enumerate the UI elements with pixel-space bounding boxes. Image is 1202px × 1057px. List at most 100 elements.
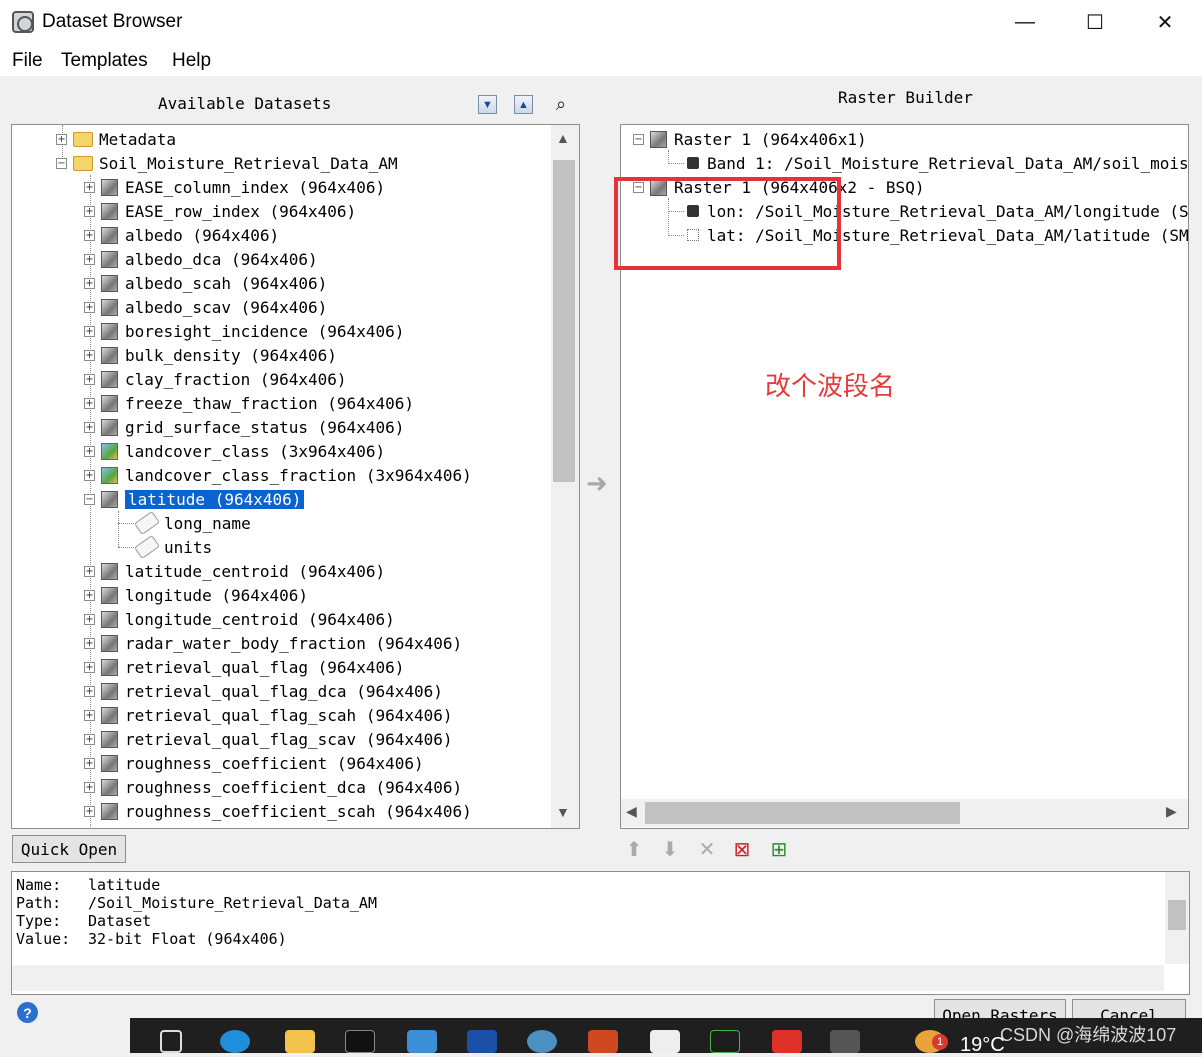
- dataset-browser-taskbar-icon[interactable]: [830, 1030, 860, 1053]
- tree-item[interactable]: + retrieval_qual_flag_dca (964x406): [84, 679, 443, 703]
- folder-icon: [73, 155, 93, 171]
- minimize-button[interactable]: —: [990, 0, 1060, 44]
- tree-folder-soil-moisture[interactable]: − Soil_Moisture_Retrieval_Data_AM: [56, 151, 398, 175]
- globe-icon[interactable]: [527, 1030, 557, 1053]
- tree-item-label: roughness_coefficient (964x406): [125, 753, 424, 773]
- tree-item[interactable]: + landcover_class (3x964x406): [84, 439, 385, 463]
- delete-all-icon[interactable]: ⊠: [730, 837, 754, 861]
- tree-item[interactable]: + retrieval_qual_flag_scav (964x406): [84, 727, 453, 751]
- window-title: Dataset Browser: [42, 11, 183, 32]
- maximize-button[interactable]: ☐: [1060, 0, 1130, 44]
- pycharm-icon[interactable]: [710, 1030, 740, 1053]
- tree-item-label: freeze_thaw_fraction (964x406): [125, 393, 414, 413]
- notification-badge: 1: [932, 1034, 948, 1050]
- tree-item-label: latitude (964x406): [125, 489, 305, 509]
- tree-item[interactable]: + albedo (964x406): [84, 223, 279, 247]
- scroll-right-icon[interactable]: ▶: [1166, 803, 1177, 820]
- tree-item[interactable]: + retrieval_qual_flag (964x406): [84, 655, 404, 679]
- tree-item-label: latitude_centroid (964x406): [125, 561, 386, 581]
- tree-item-label: albedo_scah (964x406): [125, 273, 328, 293]
- task-view-icon[interactable]: [160, 1030, 182, 1053]
- tree-item-label: Soil_Moisture_Retrieval_Data_AM: [99, 153, 398, 173]
- app-icon-blue[interactable]: [407, 1030, 437, 1053]
- tree-item[interactable]: + retrieval_qual_flag_scah (964x406): [84, 703, 453, 727]
- tree-item-label: albedo (964x406): [125, 225, 280, 245]
- move-up-icon[interactable]: ⬆: [622, 837, 646, 861]
- dataset-icon: [101, 250, 118, 268]
- left-scroll-thumb[interactable]: [553, 160, 575, 482]
- right-scroll-thumb[interactable]: [645, 802, 960, 824]
- tree-item-selected[interactable]: − latitude (964x406): [84, 487, 305, 511]
- scroll-down-icon[interactable]: ▼: [556, 804, 570, 820]
- tree-item[interactable]: + boresight_incidence (964x406): [84, 319, 404, 343]
- sprout-app-icon[interactable]: [650, 1030, 680, 1053]
- tree-item[interactable]: + bulk_density (964x406): [84, 343, 337, 367]
- tree-item[interactable]: + EASE_column_index (964x406): [84, 175, 385, 199]
- tree-item-label: radar_water_body_fraction (964x406): [125, 633, 463, 653]
- tree-item-label: EASE_column_index (964x406): [125, 177, 386, 197]
- chevron-up-icon: ▲: [518, 98, 529, 111]
- file-explorer-icon[interactable]: [285, 1030, 315, 1053]
- tree-item[interactable]: + latitude_centroid (964x406): [84, 559, 385, 583]
- edge-icon[interactable]: [220, 1030, 250, 1053]
- menu-help[interactable]: Help: [172, 50, 211, 72]
- app-icon-navy[interactable]: [467, 1030, 497, 1053]
- youdao-icon[interactable]: [772, 1030, 802, 1053]
- tree-item[interactable]: + albedo_dca (964x406): [84, 247, 318, 271]
- available-datasets-tree[interactable]: + Metadata − Soil_Moisture_Retrieval_Dat…: [11, 124, 580, 829]
- raster-builder-title: Raster Builder: [838, 88, 973, 107]
- info-horizontal-scrollbar[interactable]: [12, 965, 1164, 991]
- band-icon: [687, 157, 699, 169]
- tree-attribute[interactable]: units: [133, 534, 212, 560]
- annotation-text: 改个波段名: [765, 372, 896, 402]
- tree-item[interactable]: + longitude (964x406): [84, 583, 308, 607]
- binoculars-icon[interactable]: ⌕: [548, 92, 574, 116]
- tree-item-label: albedo_dca (964x406): [125, 249, 318, 269]
- tree-item-label: roughness_coefficient_scah (964x406): [125, 801, 472, 821]
- tree-item[interactable]: + longitude_centroid (964x406): [84, 607, 395, 631]
- app-icon: [12, 11, 34, 33]
- tree-item-label: bulk_density (964x406): [125, 345, 337, 365]
- tree-item-label: retrieval_qual_flag_scah (964x406): [125, 705, 453, 725]
- info-scroll-thumb[interactable]: [1168, 900, 1186, 930]
- scroll-left-icon[interactable]: ◀: [626, 803, 637, 820]
- matlab-icon[interactable]: [588, 1030, 618, 1053]
- watermark-text: CSDN @海绵波波107: [1000, 1025, 1177, 1045]
- menu-templates[interactable]: Templates: [61, 50, 148, 72]
- expand-all-button[interactable]: ▲: [514, 95, 533, 114]
- tree-item-label: retrieval_qual_flag_scav (964x406): [125, 729, 453, 749]
- info-name-value: latitude: [88, 876, 161, 894]
- quick-open-button[interactable]: Quick Open: [12, 835, 126, 863]
- close-button[interactable]: ✕: [1130, 0, 1200, 44]
- add-raster-icon[interactable]: ⊞: [767, 837, 791, 861]
- tree-item[interactable]: + freeze_thaw_fraction (964x406): [84, 391, 414, 415]
- tree-folder-metadata[interactable]: + Metadata: [56, 127, 176, 151]
- move-down-icon[interactable]: ⬇: [658, 837, 682, 861]
- tree-item[interactable]: + roughness_coefficient_dca (964x406): [84, 775, 462, 799]
- tree-item[interactable]: + grid_surface_status (964x406): [84, 415, 404, 439]
- dataset-icon: [101, 298, 118, 316]
- tree-item-label: Metadata: [99, 129, 177, 149]
- tree-attribute[interactable]: long_name: [133, 510, 251, 536]
- tree-item[interactable]: + radar_water_body_fraction (964x406): [84, 631, 462, 655]
- tree-item[interactable]: + roughness_coefficient_scah (964x406): [84, 799, 472, 823]
- tree-item[interactable]: + albedo_scav (964x406): [84, 295, 327, 319]
- dataset-icon: [101, 490, 118, 508]
- tree-item[interactable]: + clay_fraction (964x406): [84, 367, 347, 391]
- tree-item-label: long_name: [164, 513, 251, 533]
- remove-icon[interactable]: ✕: [695, 837, 719, 861]
- menu-file[interactable]: File: [12, 50, 43, 72]
- scroll-up-icon[interactable]: ▲: [556, 130, 570, 146]
- add-to-builder-arrow-icon[interactable]: ➜: [586, 468, 608, 499]
- terminal-icon[interactable]: [345, 1030, 375, 1053]
- tree-item[interactable]: + albedo_scah (964x406): [84, 271, 327, 295]
- dataset-icon: [650, 130, 667, 148]
- collapse-all-button[interactable]: ▼: [478, 95, 497, 114]
- band-node[interactable]: Band 1: /Soil_Moisture_Retrieval_Data_AM…: [687, 151, 1188, 175]
- help-icon[interactable]: ?: [17, 1002, 38, 1023]
- image-icon: [101, 442, 118, 460]
- raster-node[interactable]: − Raster 1 (964x406x1): [633, 127, 867, 151]
- tree-item[interactable]: + roughness_coefficient (964x406): [84, 751, 424, 775]
- tree-item[interactable]: + EASE_row_index (964x406): [84, 199, 356, 223]
- tree-item[interactable]: + landcover_class_fraction (3x964x406): [84, 463, 472, 487]
